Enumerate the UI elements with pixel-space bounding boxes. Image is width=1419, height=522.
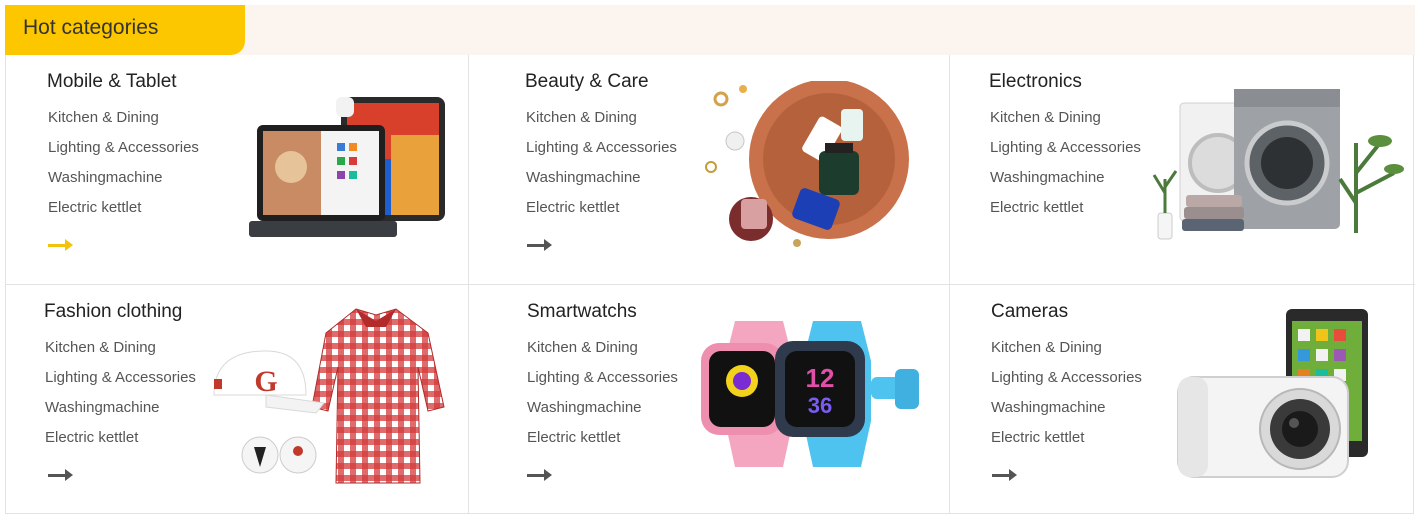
tablet-icon — [249, 97, 445, 237]
category-title[interactable]: Beauty & Care — [525, 71, 649, 93]
category-link[interactable]: Kitchen & Dining — [48, 109, 159, 126]
category-link[interactable]: Lighting & Accessories — [991, 369, 1142, 386]
category-link[interactable]: Washingmachine — [990, 169, 1105, 186]
category-link[interactable]: Electric kettlet — [527, 429, 620, 446]
category-card-electronics[interactable]: Electronics Kitchen & Dining Lighting & … — [950, 55, 1415, 284]
category-link[interactable]: Kitchen & Dining — [990, 109, 1101, 126]
category-link[interactable]: Washingmachine — [527, 399, 642, 416]
category-link[interactable]: Lighting & Accessories — [526, 139, 677, 156]
hot-categories-tab: Hot categories — [5, 5, 245, 55]
category-card-beauty-care[interactable]: Beauty & Care Kitchen & Dining Lighting … — [469, 55, 949, 284]
washing-machine-icon — [1152, 89, 1404, 240]
shirt-icon: G — [213, 308, 445, 484]
cosmetics-icon — [705, 81, 909, 247]
categories-grid: Mobile & Tablet Kitchen & Dining Lightin… — [5, 55, 1415, 514]
smartwatch-icon: 12 36 — [701, 321, 919, 467]
category-link[interactable]: Lighting & Accessories — [990, 139, 1141, 156]
category-link[interactable]: Electric kettlet — [48, 199, 141, 216]
category-title[interactable]: Electronics — [989, 71, 1082, 93]
category-link[interactable]: Lighting & Accessories — [527, 369, 678, 386]
category-link[interactable]: Kitchen & Dining — [526, 109, 637, 126]
category-title[interactable]: Smartwatchs — [527, 301, 637, 323]
category-link[interactable]: Electric kettlet — [526, 199, 619, 216]
section-header: Hot categories — [5, 5, 1415, 55]
category-link[interactable]: Electric kettlet — [45, 429, 138, 446]
category-link[interactable]: Electric kettlet — [991, 429, 1084, 446]
category-link[interactable]: Electric kettlet — [990, 199, 1083, 216]
category-link[interactable]: Washingmachine — [48, 169, 163, 186]
category-link[interactable]: Lighting & Accessories — [48, 139, 199, 156]
svg-text:36: 36 — [808, 393, 832, 418]
category-card-cameras[interactable]: Cameras Kitchen & Dining Lighting & Acce… — [950, 285, 1415, 514]
category-link[interactable]: Kitchen & Dining — [527, 339, 638, 356]
category-link[interactable]: Washingmachine — [526, 169, 641, 186]
category-link[interactable]: Washingmachine — [991, 399, 1106, 416]
arrow-right-icon[interactable] — [527, 239, 553, 251]
category-link[interactable]: Lighting & Accessories — [45, 369, 196, 386]
category-link[interactable]: Washingmachine — [45, 399, 160, 416]
category-title[interactable]: Mobile & Tablet — [47, 71, 177, 93]
category-card-smartwatchs[interactable]: Smartwatchs Kitchen & Dining Lighting & … — [469, 285, 949, 514]
category-title[interactable]: Fashion clothing — [44, 301, 182, 323]
section-title: Hot categories — [23, 16, 159, 39]
category-title[interactable]: Cameras — [991, 301, 1068, 323]
arrow-right-icon[interactable] — [48, 239, 74, 251]
category-link[interactable]: Kitchen & Dining — [991, 339, 1102, 356]
svg-text:12: 12 — [806, 363, 835, 393]
category-link[interactable]: Kitchen & Dining — [45, 339, 156, 356]
arrow-right-icon[interactable] — [527, 469, 553, 481]
category-card-fashion-clothing[interactable]: Fashion clothing Kitchen & Dining Lighti… — [6, 285, 468, 514]
camera-icon — [1177, 309, 1368, 478]
category-card-mobile-tablet[interactable]: Mobile & Tablet Kitchen & Dining Lightin… — [6, 55, 468, 284]
svg-text:G: G — [254, 365, 277, 398]
arrow-right-icon[interactable] — [992, 469, 1018, 481]
arrow-right-icon[interactable] — [48, 469, 74, 481]
